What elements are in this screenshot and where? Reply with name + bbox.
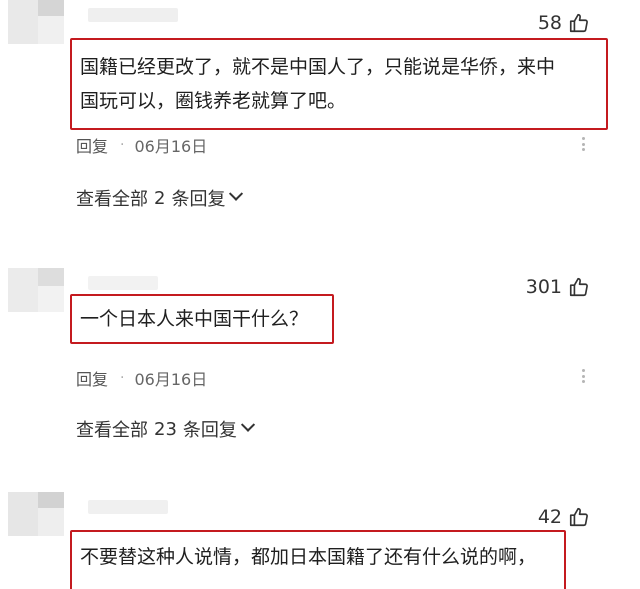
comment-text-box: 一个日本人来中国干什么？ bbox=[70, 294, 334, 344]
comment-meta: 回复 · 06月16日 bbox=[76, 133, 207, 157]
view-replies-suffix: 条回复 bbox=[171, 189, 226, 210]
like-button[interactable]: 301 bbox=[526, 276, 590, 298]
thumbs-up-icon[interactable] bbox=[568, 276, 590, 298]
username[interactable] bbox=[88, 8, 178, 22]
username[interactable] bbox=[88, 500, 168, 514]
view-replies-prefix: 查看全部 bbox=[76, 420, 148, 441]
avatar[interactable] bbox=[8, 492, 64, 536]
comment-date: 06月16日 bbox=[134, 137, 208, 156]
thumbs-up-icon[interactable] bbox=[568, 506, 590, 528]
view-replies-prefix: 查看全部 bbox=[76, 189, 148, 210]
view-all-replies[interactable]: 查看全部 2 条回复 bbox=[76, 185, 244, 211]
comment-text-line: 不要替这种人说情，都加日本国籍了还有什么说的啊， bbox=[80, 546, 537, 568]
like-count: 42 bbox=[537, 506, 562, 528]
like-button[interactable]: 42 bbox=[538, 506, 590, 528]
more-vertical-icon[interactable] bbox=[578, 137, 588, 151]
comment-text-line: 国籍已经更改了，就不是中国人了，只能说是华侨，来中 bbox=[80, 56, 556, 78]
thumbs-up-icon[interactable] bbox=[568, 12, 590, 34]
avatar[interactable] bbox=[8, 0, 64, 44]
meta-separator: · bbox=[120, 370, 125, 386]
avatar[interactable] bbox=[8, 268, 64, 312]
like-count: 301 bbox=[525, 276, 562, 298]
comment-date: 06月16日 bbox=[134, 370, 208, 389]
reply-button[interactable]: 回复 bbox=[76, 133, 108, 157]
comment-text-box: 不要替这种人说情，都加日本国籍了还有什么说的啊， bbox=[70, 530, 566, 589]
reply-count: 23 bbox=[154, 418, 177, 440]
like-button[interactable]: 58 bbox=[538, 12, 590, 34]
comment-meta: 回复 · 06月16日 bbox=[76, 366, 207, 390]
more-vertical-icon[interactable] bbox=[578, 369, 588, 383]
comment-text-line: 国玩可以，圈钱养老就算了吧。 bbox=[80, 90, 347, 112]
chevron-down-icon bbox=[240, 417, 255, 432]
username[interactable] bbox=[88, 276, 158, 290]
like-count: 58 bbox=[537, 12, 562, 34]
comment-text-box: 国籍已经更改了，就不是中国人了，只能说是华侨，来中 国玩可以，圈钱养老就算了吧。 bbox=[70, 38, 608, 130]
reply-button[interactable]: 回复 bbox=[76, 366, 108, 390]
view-replies-suffix: 条回复 bbox=[182, 420, 237, 441]
chevron-down-icon bbox=[229, 186, 244, 201]
meta-separator: · bbox=[120, 137, 125, 153]
view-all-replies[interactable]: 查看全部 23 条回复 bbox=[76, 416, 255, 442]
comment-text-line: 一个日本人来中国干什么？ bbox=[80, 308, 309, 330]
reply-count: 2 bbox=[154, 187, 166, 209]
